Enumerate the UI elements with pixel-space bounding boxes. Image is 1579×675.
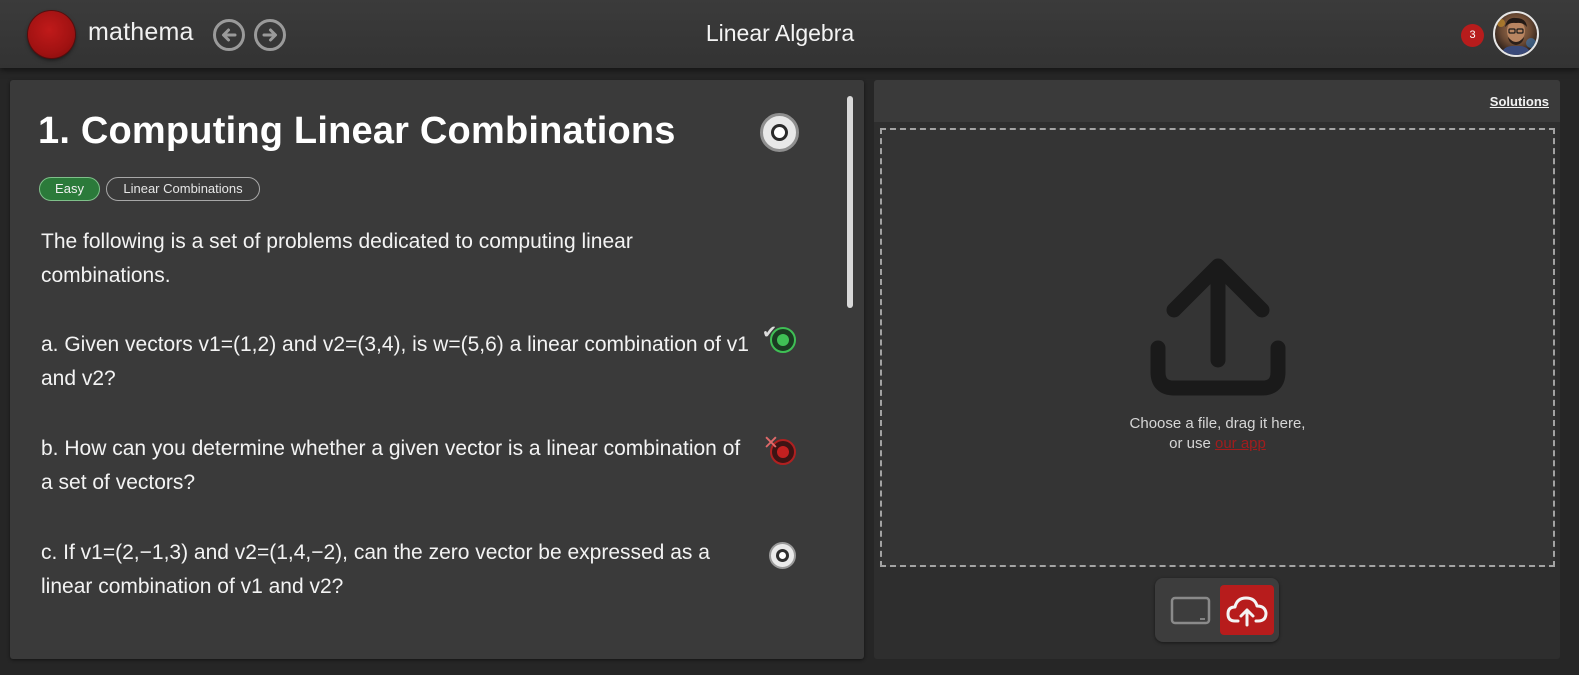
dropzone-line-2-prefix: or use — [1169, 435, 1215, 452]
difficulty-tag[interactable]: Easy — [39, 177, 100, 201]
page-title: Linear Algebra — [705, 20, 855, 46]
upload-tray-icon — [1150, 258, 1286, 396]
checkmark-icon: ✔ — [762, 322, 778, 342]
user-photo-icon — [1497, 17, 1536, 55]
question-c[interactable]: c. If v1=(2,−1,3) and v2=(1,4,−2), can t… — [41, 536, 751, 604]
scrollbar-thumb[interactable] — [847, 96, 853, 308]
problem-intro: The following is a set of problems dedic… — [41, 230, 633, 287]
forward-button[interactable] — [254, 19, 286, 51]
arrow-right-circle-icon — [262, 28, 277, 42]
submission-mode-toggle — [1155, 578, 1279, 642]
back-button[interactable] — [213, 19, 245, 51]
submission-panel: Solutions Choose a file, drag it here, o… — [874, 80, 1560, 659]
cloud-upload-icon — [1226, 596, 1268, 627]
dropzone-line-1: Choose a file, drag it here, — [1129, 415, 1306, 432]
top-bar: mathema Linear Algebra 3 — [0, 0, 1579, 68]
tablet-icon — [1170, 596, 1211, 625]
app-name[interactable]: mathema — [88, 18, 194, 47]
topic-tag[interactable]: Linear Combinations — [106, 177, 260, 201]
logo-icon[interactable] — [28, 11, 75, 58]
dropzone-instructions: Choose a file, drag it here, or use our … — [882, 414, 1553, 454]
avatar[interactable] — [1493, 11, 1539, 57]
question-a[interactable]: a. Given vectors v1=(1,2) and v2=(3,4), … — [41, 328, 751, 396]
cloud-upload-mode-button[interactable] — [1220, 585, 1274, 635]
question-c-status-unanswered[interactable] — [769, 542, 796, 569]
cross-icon: ✕ — [763, 433, 779, 454]
file-dropzone[interactable]: Choose a file, drag it here, or use our … — [880, 128, 1555, 567]
submission-header: Solutions — [874, 80, 1560, 122]
tablet-mode-button[interactable] — [1163, 585, 1217, 635]
problem-panel: 1. Computing Linear Combinations Easy Li… — [10, 80, 864, 659]
notification-badge[interactable]: 3 — [1461, 24, 1484, 47]
problem-status-indicator[interactable] — [760, 113, 799, 152]
problem-title: 1. Computing Linear Combinations — [38, 110, 676, 152]
our-app-link[interactable]: our app — [1215, 435, 1266, 452]
arrow-left-circle-icon — [222, 28, 237, 42]
solutions-link[interactable]: Solutions — [1490, 94, 1549, 109]
question-b[interactable]: b. How can you determine whether a given… — [41, 432, 751, 500]
